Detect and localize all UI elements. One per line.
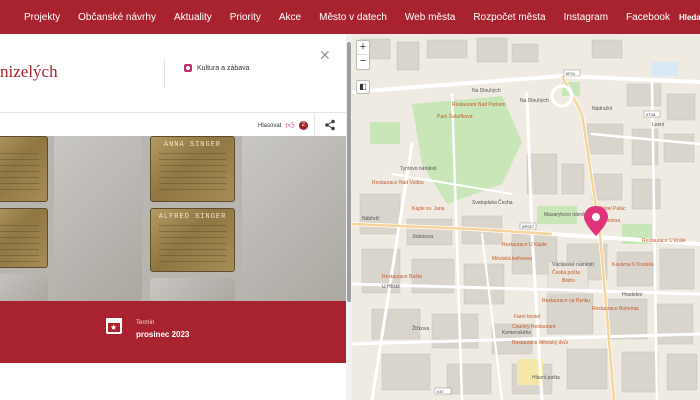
street-label: Žižkova <box>412 324 429 332</box>
calendar-icon: ★ <box>106 318 122 334</box>
thumbs-up-icon[interactable]: 👍︎ <box>285 120 294 131</box>
park-area <box>370 122 400 144</box>
vote-label: Hlasovat <box>258 122 282 129</box>
scrollbar-thumb[interactable] <box>347 42 351 302</box>
street-label: Hlavní pošta <box>532 375 560 381</box>
road-number: AP017 <box>522 224 535 229</box>
brass-stone <box>0 136 48 202</box>
road-number: I/37 <box>437 389 444 394</box>
brass-stone: ANNA SINGER <box>150 136 235 202</box>
road-number: IIT44 <box>646 112 656 117</box>
street-label: Tyršovo náměstí <box>400 166 437 172</box>
nav-projekty[interactable]: Projekty <box>0 12 69 23</box>
poi-label: Restaurant Nad Parkem <box>452 102 506 108</box>
road-number: IIP11 <box>566 71 576 76</box>
brass-stone: ALFRED SINGER <box>150 208 235 272</box>
poi-label: Kavárna U Kostela <box>612 262 654 268</box>
stone-inscription: ANNA SINGER <box>163 141 222 149</box>
street-label: Václavské náměstí <box>552 262 595 268</box>
poi-label: Restaurace U Kaple <box>502 242 547 248</box>
header-rule <box>0 112 346 113</box>
nav-priority[interactable]: Priority <box>221 12 270 23</box>
term-value: prosinec 2023 <box>136 330 190 339</box>
street-label: Na Dlouhých <box>472 88 501 94</box>
zoom-control[interactable]: + − <box>356 40 370 70</box>
event-photo: ANNA SINGER ALFRED SINGER <box>0 136 346 301</box>
paving-stone <box>0 274 48 301</box>
poi-label: Restaurace Bohemia <box>592 306 639 312</box>
city-map[interactable]: IIP11 IIT44 AP017 I/37 Na Dlouhých Na Dl… <box>352 34 700 400</box>
nav-web-mesta[interactable]: Web města <box>396 12 464 23</box>
poi-label: Restaurace Bašta <box>382 274 422 280</box>
vote-count-badge: 2 <box>298 121 308 130</box>
poi-label: Country Restaurant <box>512 324 556 330</box>
detail-title: nizelých <box>0 62 58 81</box>
street-label: Lesní <box>652 122 665 128</box>
poi-label: Restaurace U Krále <box>642 238 686 244</box>
poi-label: Restaurace na Rynku <box>542 298 590 304</box>
category-icon <box>184 64 192 72</box>
street-label: Na Dlouhých <box>520 98 549 104</box>
poi-label: Městská knihovna <box>492 256 532 262</box>
poi-label: Restaurace Nad Vodou <box>372 180 424 186</box>
street-label: Hradební <box>622 292 643 298</box>
nav-facebook[interactable]: Facebook <box>617 12 679 23</box>
map-canvas[interactable]: IIP11 IIT44 AP017 I/37 Na Dlouhých Na Dl… <box>352 34 700 400</box>
poi-label: Kaple sv. Jana <box>412 206 445 212</box>
paving-stone <box>150 278 235 301</box>
street-label: Svatopluka Čecha <box>472 199 513 206</box>
poi-label: Bistro <box>562 278 575 284</box>
top-navigation: Projekty Občanské návrhy Aktuality Prior… <box>0 0 700 34</box>
search-button[interactable]: Hledat <box>679 13 700 22</box>
poi-label: Farní kostel <box>514 314 540 320</box>
poi-label: Park Šafaříkova <box>437 113 473 120</box>
share-icon[interactable] <box>324 119 336 131</box>
term-label: Termín <box>136 320 155 326</box>
brass-stone <box>0 208 48 268</box>
nav-obcanske-navrhy[interactable]: Občanské návrhy <box>69 12 165 23</box>
nav-rozpocet-mesta[interactable]: Rozpočet města <box>464 12 554 23</box>
paving-stone <box>54 136 142 301</box>
poi-label: Česká pošta <box>552 269 580 276</box>
nav-instagram[interactable]: Instagram <box>555 12 617 23</box>
detail-panel: nizelých Kultura a zábava ✕ Hlasovat 👍︎ … <box>0 34 352 400</box>
nav-akce[interactable]: Akce <box>270 12 310 23</box>
category-label: Kultura a zábava <box>197 64 250 72</box>
zoom-in-button[interactable]: + <box>357 41 369 55</box>
street-label: U Hřiště <box>382 284 400 290</box>
zoom-out-button[interactable]: − <box>357 55 369 69</box>
category-tag[interactable]: Kultura a zábava <box>184 64 250 72</box>
street-label: Masarykovo náměstí <box>544 212 591 218</box>
water-area <box>652 62 678 76</box>
vote-control[interactable]: Hlasovat 👍︎ 2 <box>258 120 308 131</box>
nav-aktuality[interactable]: Aktuality <box>165 12 221 23</box>
paving-stone <box>242 136 346 301</box>
toolbar-divider <box>314 114 315 136</box>
street-label: Nádražní <box>592 106 613 112</box>
header-divider <box>164 60 165 88</box>
layers-icon[interactable]: ◧ <box>356 80 370 94</box>
street-label: Jiráskova <box>412 234 433 240</box>
poi-label: Restaurace Městský dvůr <box>512 339 569 346</box>
stone-inscription: ALFRED SINGER <box>158 213 227 221</box>
close-icon[interactable]: ✕ <box>319 48 331 62</box>
street-label: Komenského <box>502 330 531 336</box>
nav-mesto-v-datech[interactable]: Město v datech <box>310 12 396 23</box>
street-label: Nábřeží <box>362 216 380 222</box>
